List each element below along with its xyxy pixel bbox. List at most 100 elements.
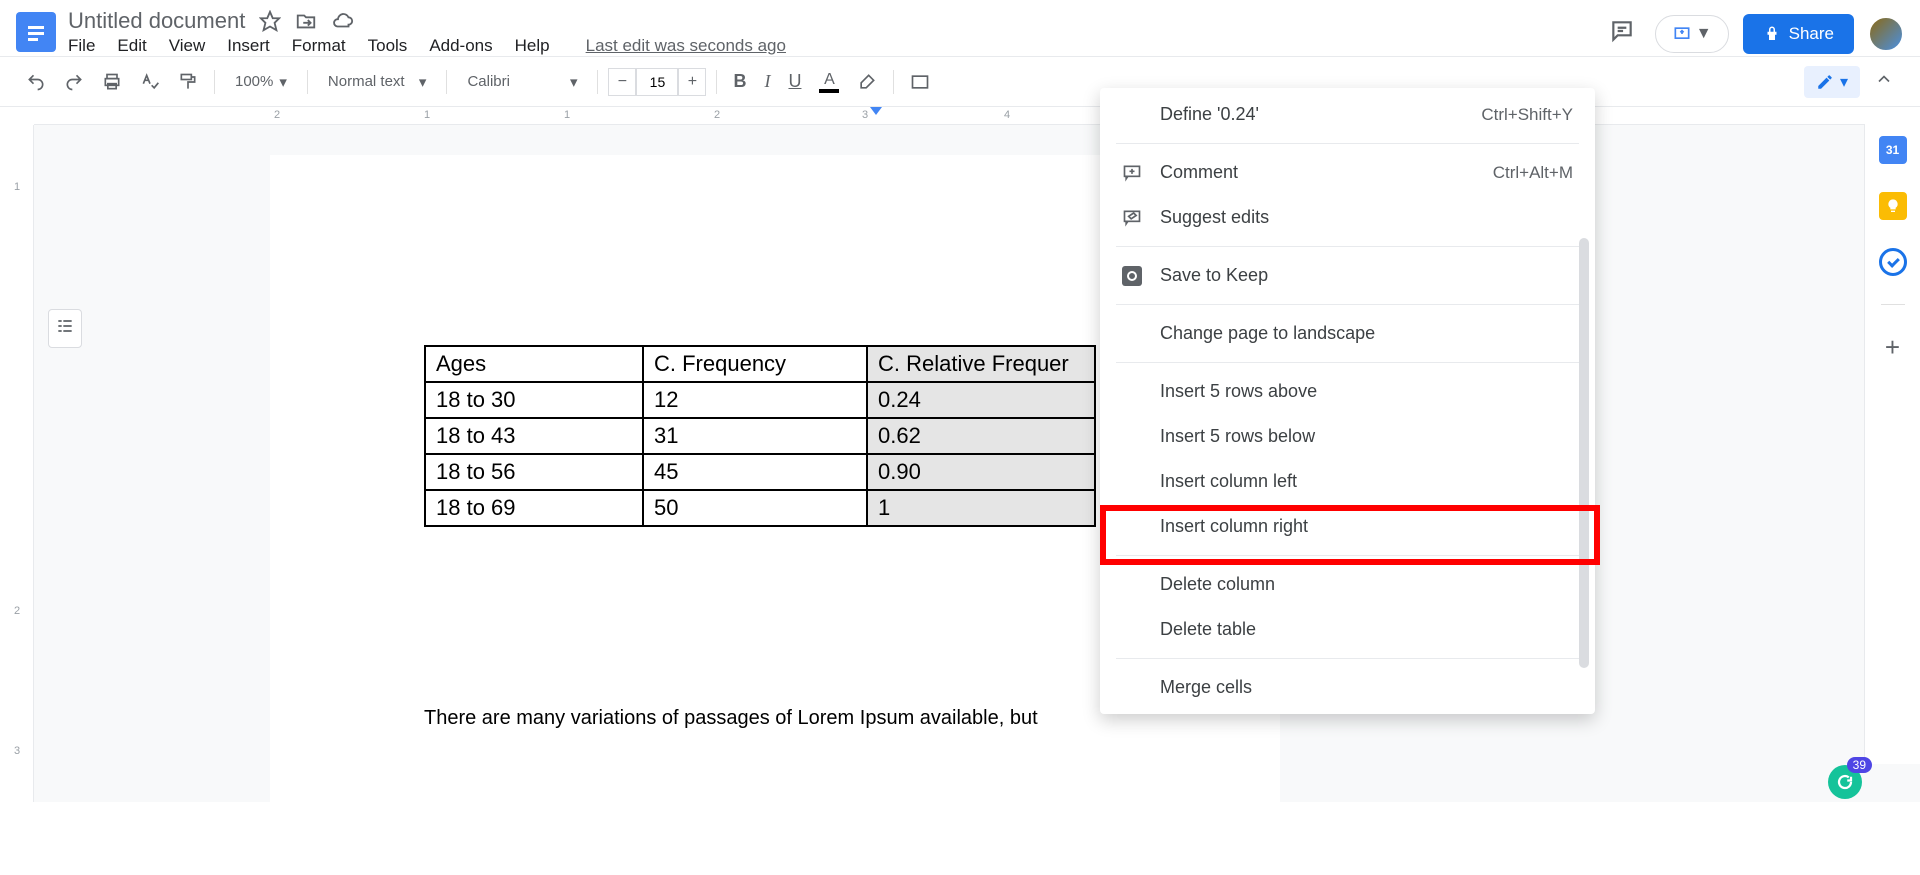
menu-view[interactable]: View	[169, 36, 206, 56]
menu-tools[interactable]: Tools	[368, 36, 408, 56]
table-cell[interactable]: 31	[643, 418, 867, 454]
ctx-label: Suggest edits	[1150, 207, 1573, 228]
ctx-comment[interactable]: Comment Ctrl+Alt+M	[1100, 150, 1595, 195]
highlight-button[interactable]	[851, 66, 883, 98]
ctx-label: Insert 5 rows above	[1122, 381, 1573, 402]
document-title[interactable]: Untitled document	[68, 8, 245, 34]
comments-history-icon[interactable]	[1603, 12, 1641, 55]
table-cell[interactable]: 50	[643, 490, 867, 526]
star-icon[interactable]	[259, 10, 281, 32]
docs-logo[interactable]	[16, 12, 56, 52]
account-avatar[interactable]	[1868, 16, 1904, 52]
menu-help[interactable]: Help	[515, 36, 550, 56]
vertical-ruler[interactable]: 1 2 3	[0, 125, 34, 802]
underline-button[interactable]: U	[782, 65, 807, 98]
collapse-toolbar-icon[interactable]	[1868, 63, 1900, 100]
keep-icon	[1122, 266, 1150, 286]
table-cell[interactable]: 18 to 69	[425, 490, 643, 526]
ruler-tick: 3	[862, 109, 868, 121]
editing-mode-button[interactable]: ▾	[1804, 66, 1860, 98]
body-paragraph[interactable]: There are many variations of passages of…	[424, 707, 1124, 730]
ctx-keep[interactable]: Save to Keep	[1100, 253, 1595, 298]
app-header: Untitled document File Edit View Insert …	[0, 0, 1920, 56]
table-cell[interactable]: 45	[643, 454, 867, 490]
style-value: Normal text	[328, 73, 405, 90]
last-edit-link[interactable]: Last edit was seconds ago	[586, 36, 786, 56]
separator	[307, 70, 308, 94]
menubar: File Edit View Insert Format Tools Add-o…	[68, 36, 1603, 56]
context-menu: Define '0.24' Ctrl+Shift+Y Comment Ctrl+…	[1100, 88, 1595, 714]
bold-button[interactable]: B	[727, 65, 752, 98]
ruler-indent-marker[interactable]	[870, 107, 882, 115]
print-icon[interactable]	[96, 66, 128, 98]
zoom-value: 100%	[235, 73, 273, 90]
ctx-scrollbar[interactable]	[1579, 238, 1589, 668]
menu-file[interactable]: File	[68, 36, 95, 56]
ctx-merge[interactable]: Merge cells	[1100, 665, 1595, 710]
ctx-define[interactable]: Define '0.24' Ctrl+Shift+Y	[1100, 92, 1595, 137]
move-icon[interactable]	[295, 10, 317, 32]
style-select[interactable]: Normal text ▾	[318, 69, 437, 95]
suggest-icon	[1122, 208, 1150, 228]
table-cell[interactable]: Ages	[425, 346, 643, 382]
horizontal-ruler[interactable]: 2 1 1 2 3 4	[34, 107, 1920, 125]
data-table[interactable]: Ages C. Frequency C. Relative Frequer 18…	[424, 345, 1096, 527]
ctx-label: Insert column right	[1122, 516, 1573, 537]
cloud-icon[interactable]	[331, 10, 355, 32]
paint-format-icon[interactable]	[172, 66, 204, 98]
ctx-col-right[interactable]: Insert column right	[1100, 504, 1595, 549]
table-cell[interactable]: 18 to 30	[425, 382, 643, 418]
ruler-tick: 1	[564, 109, 570, 121]
table-cell[interactable]: 0.62	[867, 418, 1095, 454]
font-size-input[interactable]	[636, 68, 678, 96]
ctx-del-table[interactable]: Delete table	[1100, 607, 1595, 652]
ctx-col-left[interactable]: Insert column left	[1100, 459, 1595, 504]
menu-addons[interactable]: Add-ons	[429, 36, 492, 56]
table-cell[interactable]: 18 to 56	[425, 454, 643, 490]
table-cell[interactable]: 12	[643, 382, 867, 418]
ctx-rows-below[interactable]: Insert 5 rows below	[1100, 414, 1595, 459]
redo-icon[interactable]	[58, 66, 90, 98]
spellcheck-icon[interactable]	[134, 66, 166, 98]
ctx-suggest[interactable]: Suggest edits	[1100, 195, 1595, 240]
italic-button[interactable]: I	[758, 65, 776, 98]
ctx-label: Save to Keep	[1150, 265, 1573, 286]
zoom-select[interactable]: 100% ▾	[225, 69, 297, 95]
ctx-separator	[1116, 362, 1579, 363]
separator	[716, 70, 717, 94]
ctx-landscape[interactable]: Change page to landscape	[1100, 311, 1595, 356]
font-size-decrease[interactable]: −	[608, 68, 636, 96]
ctx-del-col[interactable]: Delete column	[1100, 562, 1595, 607]
ruler-tick: 3	[14, 745, 20, 757]
text-color-button[interactable]: A	[813, 65, 845, 99]
table-row: Ages C. Frequency C. Relative Frequer	[425, 346, 1095, 382]
font-value: Calibri	[467, 73, 510, 90]
table-cell[interactable]: C. Frequency	[643, 346, 867, 382]
insert-image-icon[interactable]	[904, 66, 936, 98]
undo-icon[interactable]	[20, 66, 52, 98]
tasks-icon[interactable]	[1879, 248, 1907, 276]
menu-edit[interactable]: Edit	[117, 36, 146, 56]
grammarly-badge[interactable]: 39	[1828, 765, 1862, 799]
ctx-label: Delete table	[1122, 619, 1573, 640]
table-cell[interactable]: 1	[867, 490, 1095, 526]
table-cell[interactable]: C. Relative Frequer	[867, 346, 1095, 382]
table-cell[interactable]: 0.90	[867, 454, 1095, 490]
font-select[interactable]: Calibri▾	[457, 69, 587, 95]
present-button[interactable]: ▼	[1655, 15, 1729, 53]
calendar-icon[interactable]: 31	[1879, 136, 1907, 164]
ctx-label: Change page to landscape	[1122, 323, 1573, 344]
separator	[597, 70, 598, 94]
separator	[1881, 304, 1905, 305]
menu-format[interactable]: Format	[292, 36, 346, 56]
ctx-separator	[1116, 555, 1579, 556]
table-cell[interactable]: 0.24	[867, 382, 1095, 418]
menu-insert[interactable]: Insert	[227, 36, 270, 56]
font-size-increase[interactable]: +	[678, 68, 706, 96]
outline-toggle-icon[interactable]	[48, 309, 82, 348]
keep-icon[interactable]	[1879, 192, 1907, 220]
table-cell[interactable]: 18 to 43	[425, 418, 643, 454]
ctx-rows-above[interactable]: Insert 5 rows above	[1100, 369, 1595, 414]
share-button[interactable]: Share	[1743, 14, 1854, 54]
add-addon-icon[interactable]: +	[1879, 333, 1907, 361]
